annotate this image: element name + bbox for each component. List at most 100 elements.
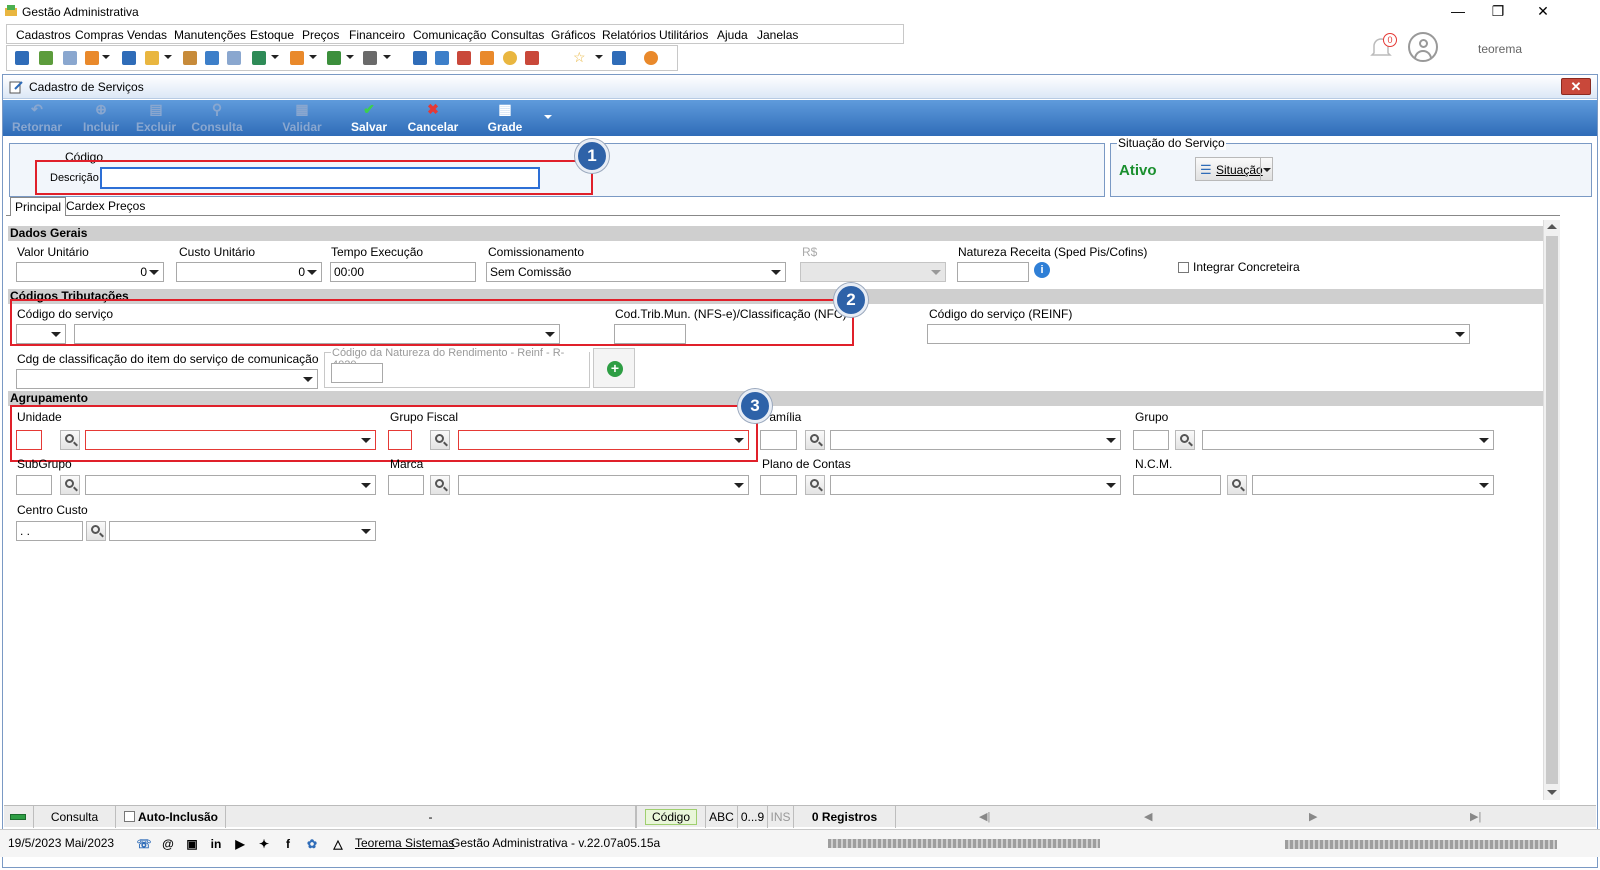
youtube-icon[interactable]: ▶ (232, 836, 248, 852)
menu-utilitarios[interactable]: Utilitários (659, 28, 708, 42)
grade-button[interactable]: ▦ Grade (485, 102, 525, 134)
toolbar-icon-17[interactable] (612, 51, 626, 65)
menu-manutencoes[interactable]: Manutenções (174, 28, 246, 42)
chevron-down-icon[interactable] (595, 55, 603, 59)
toolbar-icon-8[interactable] (205, 51, 219, 65)
teorema-sistemas-link[interactable]: Teorema Sistemas (355, 836, 454, 850)
toolbar-icon-11[interactable] (327, 51, 341, 65)
centro-custo-code-field[interactable]: . . (16, 521, 83, 541)
marca-code-field[interactable] (388, 475, 424, 495)
retornar-button[interactable]: ↶ Retornar (9, 102, 65, 134)
marca-select[interactable] (458, 475, 749, 495)
avatar[interactable] (1408, 32, 1438, 62)
salvar-button[interactable]: ✔ Salvar (347, 102, 391, 134)
menu-consultas[interactable]: Consultas (491, 28, 544, 42)
grupo-code-field[interactable] (1133, 430, 1169, 450)
menu-cadastros[interactable]: Cadastros (16, 28, 71, 42)
menu-compras[interactable]: Compras (75, 28, 124, 42)
teorema-icon[interactable]: ✿ (304, 836, 320, 852)
centro-custo-search-button[interactable] (86, 521, 106, 541)
cancelar-button[interactable]: ✖ Cancelar (405, 102, 461, 134)
printer-icon[interactable] (363, 51, 377, 65)
cdg-classificacao-select[interactable] (16, 369, 318, 389)
chevron-down-icon[interactable] (1263, 168, 1271, 172)
marca-search-button[interactable] (430, 475, 450, 495)
toolbar-icon-4[interactable] (85, 51, 99, 65)
toolbar-icon-16[interactable] (525, 51, 539, 65)
grupo-search-button[interactable] (1175, 430, 1195, 450)
chevron-down-icon[interactable] (164, 55, 172, 59)
subgrupo-code-field[interactable] (16, 475, 52, 495)
facebook-icon[interactable]: f (280, 836, 296, 852)
menu-janelas[interactable]: Janelas (757, 28, 798, 42)
toolbar-icon-9[interactable] (227, 51, 241, 65)
menu-ajuda[interactable]: Ajuda (717, 28, 748, 42)
ncm-field[interactable] (1133, 475, 1221, 495)
chevron-down-icon[interactable] (544, 115, 552, 119)
restore-button[interactable]: ❐ (1488, 2, 1508, 20)
familia-select[interactable] (830, 430, 1121, 450)
menu-precos[interactable]: Preços (302, 28, 339, 42)
familia-search-button[interactable] (805, 430, 825, 450)
menu-comunicacao[interactable]: Comunicação (413, 28, 486, 42)
toolbar-icon-5[interactable] (122, 51, 136, 65)
chevron-down-icon[interactable] (309, 55, 317, 59)
twitter-icon[interactable]: ✦ (256, 836, 272, 852)
toolbar-icon-1[interactable] (15, 51, 29, 65)
toolbar-icon-13[interactable] (457, 51, 471, 65)
whatsapp-icon[interactable]: ☏ (136, 836, 152, 852)
codigo-reinf-select[interactable] (927, 324, 1470, 344)
menu-financeiro[interactable]: Financeiro (349, 28, 405, 42)
toolbar-icon-12[interactable] (413, 51, 427, 65)
chevron-down-icon[interactable] (102, 55, 110, 59)
auto-inclusao-checkbox[interactable] (124, 811, 135, 822)
prev-record-icon[interactable]: ◀ (1144, 810, 1152, 823)
next-record-icon[interactable]: ▶ (1309, 810, 1317, 823)
subgrupo-search-button[interactable] (60, 475, 80, 495)
menu-estoque[interactable]: Estoque (250, 28, 294, 42)
tab-principal[interactable]: Principal (10, 197, 67, 216)
tab-cardex[interactable]: Cardex (62, 197, 109, 216)
instagram-icon[interactable]: ▣ (184, 836, 200, 852)
auto-inclusao-toggle[interactable]: Auto-Inclusão (116, 806, 226, 828)
toolbar-icon-3[interactable] (63, 51, 77, 65)
custo-unitario-field[interactable]: 0 (176, 262, 322, 282)
toolbar-icon-15[interactable] (503, 51, 517, 65)
plano-contas-code-field[interactable] (760, 475, 797, 495)
grupo-select[interactable] (1202, 430, 1494, 450)
scroll-down-icon[interactable] (1547, 790, 1557, 795)
consulta-button[interactable]: ⚲ Consulta (189, 102, 245, 134)
cart-icon[interactable] (252, 51, 266, 65)
toolbar-icon-10[interactable] (290, 51, 304, 65)
last-record-icon[interactable]: ▶| (1470, 810, 1481, 823)
natureza-rendimento-field[interactable] (331, 363, 383, 383)
subgrupo-select[interactable] (85, 475, 376, 495)
incluir-button[interactable]: ⊕ Incluir (79, 102, 123, 134)
chevron-down-icon[interactable] (383, 55, 391, 59)
power-icon[interactable] (644, 51, 658, 65)
tab-precos[interactable]: Preços (104, 197, 149, 216)
situacao-button[interactable]: ☰ Situação (1195, 157, 1273, 181)
linkedin-icon[interactable]: in (208, 836, 224, 852)
menu-relatorios[interactable]: Relatórios (602, 28, 656, 42)
star-icon[interactable]: ☆ (573, 49, 586, 66)
vertical-scrollbar[interactable] (1543, 220, 1560, 800)
first-record-icon[interactable]: ◀| (979, 810, 990, 823)
menu-vendas[interactable]: Vendas (127, 28, 167, 42)
scroll-thumb[interactable] (1546, 236, 1558, 784)
toolbar-icon-6[interactable] (145, 51, 159, 65)
integrar-concreteira-checkbox[interactable] (1178, 262, 1189, 273)
natureza-receita-field[interactable] (957, 262, 1029, 282)
chevron-down-icon[interactable] (271, 55, 279, 59)
centro-custo-select[interactable] (109, 521, 376, 541)
close-form-button[interactable]: ✕ (1561, 78, 1591, 95)
ncm-search-button[interactable] (1227, 475, 1247, 495)
minimize-button[interactable]: — (1448, 2, 1468, 20)
toolbar-icon-7[interactable] (183, 51, 197, 65)
ncm-select[interactable] (1252, 475, 1494, 495)
search-by-codigo[interactable]: Código (636, 806, 706, 828)
calendar-icon[interactable] (435, 51, 449, 65)
validar-button[interactable]: ▦ Validar (279, 102, 325, 134)
info-icon[interactable]: i (1034, 262, 1050, 278)
valor-unitario-field[interactable]: 0 (16, 262, 164, 282)
